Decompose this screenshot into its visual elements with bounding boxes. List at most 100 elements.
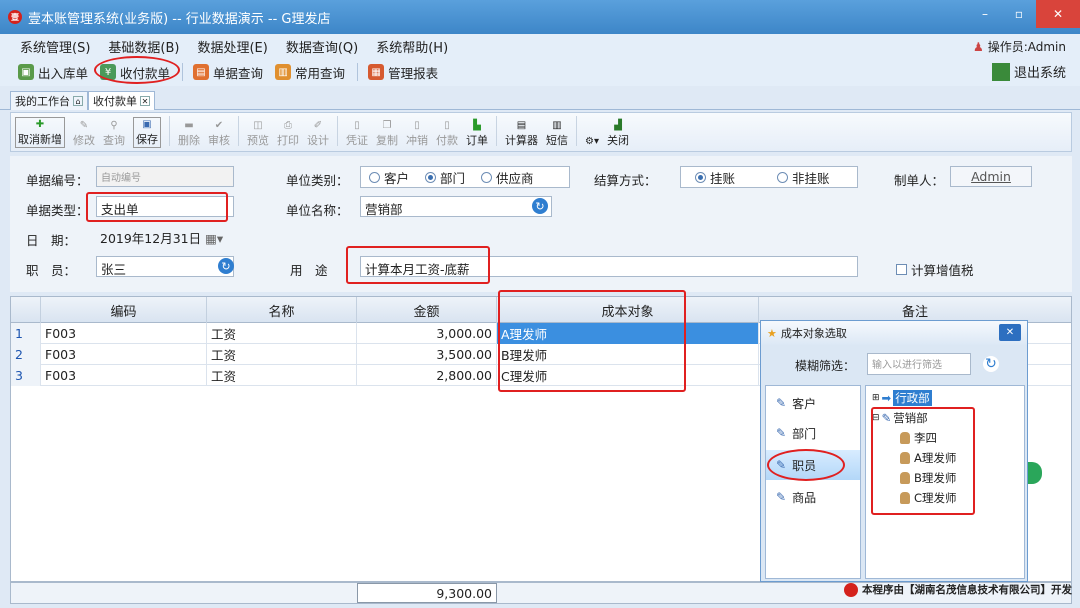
menu-system[interactable]: 系统管理(S) bbox=[20, 37, 90, 56]
doc-query-button[interactable]: ▤ 单据查询 bbox=[193, 63, 263, 82]
category-department[interactable]: ✎ 部门 bbox=[766, 418, 860, 448]
exit-button[interactable]: 退出系统 bbox=[991, 62, 1066, 81]
exit-door-icon: ▟ bbox=[614, 120, 622, 131]
radio-on-account[interactable]: 挂账 bbox=[695, 168, 735, 187]
radio-customer[interactable]: 客户 bbox=[369, 168, 409, 187]
sms-label: 短信 bbox=[546, 134, 568, 147]
query-button[interactable]: ⚲ 查询 bbox=[103, 119, 125, 148]
staff-field[interactable]: 张三 bbox=[96, 256, 234, 277]
doc-query-icon: ▤ bbox=[193, 64, 210, 80]
pay-button[interactable]: ▯ 付款 bbox=[436, 119, 458, 148]
menu-help[interactable]: 系统帮助(H) bbox=[376, 37, 448, 56]
doc-query-label: 单据查询 bbox=[213, 65, 264, 81]
radio-not-on-account[interactable]: 非挂账 bbox=[777, 168, 830, 187]
calendar-icon[interactable]: ▦▾ bbox=[205, 231, 223, 246]
report-button[interactable]: ▦ 管理报表 bbox=[368, 63, 438, 82]
menu-data-query[interactable]: 数据查询(Q) bbox=[286, 37, 358, 56]
maximize-button[interactable]: ▫ bbox=[1002, 0, 1036, 28]
pay-icon: ▯ bbox=[444, 120, 450, 131]
popup-close-button[interactable]: ✕ bbox=[999, 324, 1021, 341]
tab-workbench[interactable]: 我的工作台 ⌂ bbox=[10, 91, 88, 110]
delete-label: 删除 bbox=[178, 134, 200, 147]
save-button[interactable]: ▣ 保存 bbox=[133, 117, 161, 148]
cell-amount[interactable]: 2,800.00 bbox=[357, 365, 497, 386]
radio-department[interactable]: 部门 bbox=[425, 168, 465, 187]
cell-name[interactable]: 工资 bbox=[207, 323, 357, 344]
stock-io-label: 出入库单 bbox=[38, 65, 89, 81]
print-button[interactable]: ⎙ 打印 bbox=[277, 119, 299, 148]
department-icon: ✎ bbox=[776, 426, 787, 440]
reverse-button[interactable]: ▯ 冲销 bbox=[406, 119, 428, 148]
grid-header-amount: 金额 bbox=[357, 297, 497, 323]
order-button[interactable]: ▙ 订单 bbox=[466, 119, 488, 148]
audit-button[interactable]: ✔ 审核 bbox=[208, 119, 230, 148]
minimize-button[interactable]: – bbox=[968, 0, 1002, 28]
delete-button[interactable]: ▬ 删除 bbox=[178, 119, 200, 148]
category-goods-label: 商品 bbox=[792, 490, 817, 505]
voucher-button[interactable]: ▯ 凭证 bbox=[346, 119, 368, 148]
staff-refresh-icon[interactable]: ↻ bbox=[218, 258, 234, 274]
save-icon: ▣ bbox=[142, 119, 152, 130]
expand-icon[interactable]: ⊞ bbox=[872, 393, 880, 403]
print-icon: ⎙ bbox=[284, 120, 292, 131]
filter-refresh-icon[interactable]: ↻ bbox=[983, 356, 999, 372]
tree-node-admin-dept[interactable]: ⊞ ➡ 行政部 bbox=[872, 390, 932, 406]
menu-data-process[interactable]: 数据处理(E) bbox=[197, 37, 267, 56]
annotation-box-cost-target bbox=[498, 290, 686, 392]
cell-name[interactable]: 工资 bbox=[207, 344, 357, 365]
settings-dropdown[interactable]: ⚙▾ bbox=[585, 135, 599, 148]
vat-label: 计算增值税 bbox=[911, 263, 974, 278]
radio-on-account-label: 挂账 bbox=[710, 170, 736, 186]
cell-amount[interactable]: 3,500.00 bbox=[357, 344, 497, 365]
date-field[interactable]: 2019年12月31日 ▦▾ bbox=[96, 226, 234, 247]
tab-close-icon[interactable]: ✕ bbox=[140, 96, 150, 106]
cell-code[interactable]: F003 bbox=[41, 323, 207, 344]
goods-icon: ✎ bbox=[776, 490, 787, 504]
common-query-button[interactable]: ▥ 常用查询 bbox=[275, 63, 345, 82]
close-doc-button[interactable]: ▟ 关闭 bbox=[607, 119, 629, 148]
copy-icon: ❐ bbox=[382, 120, 392, 131]
design-button[interactable]: ✐ 设计 bbox=[307, 119, 329, 148]
tree-dept1-label: 行政部 bbox=[893, 390, 932, 406]
filter-label: 模糊筛选： bbox=[795, 359, 856, 373]
maker-label: 制单人： bbox=[894, 173, 945, 188]
tab-workbench-label: 我的工作台 bbox=[15, 95, 70, 108]
filter-input[interactable]: 输入以进行筛选 bbox=[867, 353, 971, 375]
radio-supplier[interactable]: 供应商 bbox=[481, 168, 534, 187]
vat-checkbox[interactable]: 计算增值税 bbox=[896, 260, 974, 279]
customer-icon: ✎ bbox=[776, 396, 787, 410]
cell-code[interactable]: F003 bbox=[41, 344, 207, 365]
category-customer[interactable]: ✎ 客户 bbox=[766, 388, 860, 418]
cell-name[interactable]: 工资 bbox=[207, 365, 357, 386]
cancel-new-button[interactable]: ✚ 取消新增 bbox=[15, 117, 65, 148]
category-goods[interactable]: ✎ 商品 bbox=[766, 482, 860, 512]
grid-header-code: 编码 bbox=[41, 297, 207, 323]
category-customer-label: 客户 bbox=[792, 396, 817, 411]
unit-name-field[interactable]: 营销部 bbox=[360, 196, 552, 217]
menu-basic-data[interactable]: 基础数据(B) bbox=[108, 37, 179, 56]
preview-label: 预览 bbox=[247, 134, 269, 147]
calculator-button[interactable]: ▤ 计算器 bbox=[505, 119, 538, 148]
preview-button[interactable]: ◫ 预览 bbox=[247, 119, 269, 148]
unit-name-label: 单位名称： bbox=[286, 203, 349, 218]
cost-target-popup: ★ 成本对象选取 ✕ 模糊筛选： 输入以进行筛选 ↻ ✎ 客户 ✎ 部门 ✎ 职员 ✎ 商… bbox=[760, 320, 1028, 582]
reverse-icon: ▯ bbox=[414, 120, 420, 131]
tab-receipt-payment[interactable]: 收付款单 ✕ bbox=[88, 91, 155, 110]
row-number: 1 bbox=[11, 323, 41, 344]
unit-refresh-icon[interactable]: ↻ bbox=[532, 198, 548, 214]
stock-io-button[interactable]: ▣ 出入库单 bbox=[18, 63, 88, 82]
sms-button[interactable]: ▥ 短信 bbox=[546, 119, 568, 148]
order-icon: ▙ bbox=[473, 120, 481, 131]
print-label: 打印 bbox=[277, 134, 299, 147]
report-icon: ▦ bbox=[368, 64, 385, 80]
cell-code[interactable]: F003 bbox=[41, 365, 207, 386]
pay-label: 付款 bbox=[436, 134, 458, 147]
copy-button[interactable]: ❐ 复制 bbox=[376, 119, 398, 148]
doc-no-field: 自动编号 bbox=[96, 166, 234, 187]
reverse-label: 冲销 bbox=[406, 134, 428, 147]
edit-button[interactable]: ✎ 修改 bbox=[73, 119, 95, 148]
plus-icon: ✚ bbox=[35, 119, 45, 130]
close-button[interactable]: ✕ bbox=[1036, 0, 1080, 28]
cell-amount[interactable]: 3,000.00 bbox=[357, 323, 497, 344]
pencil-icon: ✎ bbox=[79, 120, 89, 131]
